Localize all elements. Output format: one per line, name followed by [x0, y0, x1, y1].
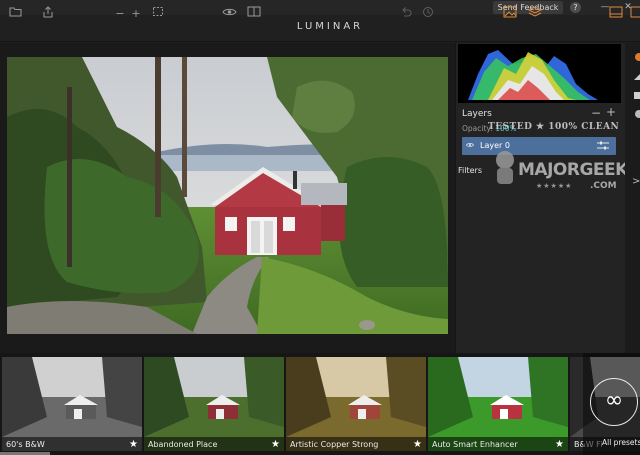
- preset-thumbnail[interactable]: 60's B&W ★: [2, 357, 142, 451]
- preset-thumbnail[interactable]: Artistic Copper Strong ★: [286, 357, 426, 451]
- help-button[interactable]: ?: [570, 2, 581, 13]
- preset-label: Artistic Copper Strong: [290, 440, 379, 449]
- watermark-name: MAJORGEEKS: [518, 160, 640, 180]
- folder-icon[interactable]: [8, 6, 23, 21]
- all-presets-label[interactable]: All presets: [602, 438, 640, 447]
- histogram: [458, 44, 621, 103]
- watermark-suffix: .COM: [590, 181, 617, 191]
- zoom-out-icon[interactable]: −: [114, 6, 126, 21]
- fit-icon[interactable]: [151, 6, 165, 21]
- square-icon: [634, 92, 640, 99]
- watermark-mascot-icon: [496, 151, 514, 184]
- photo-canvas[interactable]: [7, 57, 448, 334]
- remove-layer-button[interactable]: −: [591, 106, 601, 120]
- tools-strip-icons: [634, 53, 640, 118]
- layers-stack-icon[interactable]: [527, 6, 543, 21]
- app-brand: LUMINAR: [296, 21, 364, 32]
- redo-icon[interactable]: [421, 6, 435, 21]
- favorite-star-icon[interactable]: ★: [413, 439, 422, 450]
- compare-icon[interactable]: [246, 6, 262, 21]
- preset-label: 60's B&W: [6, 440, 45, 449]
- favorite-star-icon[interactable]: ★: [271, 439, 280, 450]
- preview-eye-icon[interactable]: [221, 6, 237, 21]
- sidebar-icon[interactable]: [630, 6, 640, 21]
- filters-title: Filters: [458, 166, 482, 175]
- layer-visibility-eye-icon[interactable]: [466, 142, 474, 150]
- watermark-stars: ★★★★★: [536, 182, 573, 190]
- watermark-tagline: TESTED ★ 100% CLEAN: [488, 122, 620, 132]
- favorite-star-icon[interactable]: ★: [555, 439, 564, 450]
- add-layer-button[interactable]: +: [606, 105, 616, 119]
- favorite-star-icon[interactable]: ★: [129, 439, 138, 450]
- preset-label: Abandoned Place: [148, 440, 218, 449]
- circle-icon: [635, 110, 640, 118]
- color-dot-icon: [635, 53, 640, 61]
- majorgeeks-watermark: TESTED ★ 100% CLEAN MAJORGEEKS ★★★★★ .CO…: [488, 122, 640, 198]
- share-icon[interactable]: [40, 6, 55, 21]
- panel-icon[interactable]: [608, 6, 624, 21]
- image-icon[interactable]: [502, 6, 518, 21]
- preset-label: Auto Smart Enhancer: [432, 440, 518, 449]
- layers-title: Layers: [462, 109, 492, 119]
- preset-thumbnail[interactable]: Abandoned Place ★: [144, 357, 284, 451]
- expand-panel-icon[interactable]: >: [632, 176, 640, 187]
- undo-icon[interactable]: [399, 6, 413, 21]
- all-presets-infinity-icon[interactable]: ∞: [590, 378, 638, 426]
- triangle-icon: [634, 74, 640, 80]
- preset-thumbnail[interactable]: Auto Smart Enhancer ★: [428, 357, 568, 451]
- zoom-in-icon[interactable]: +: [130, 6, 142, 21]
